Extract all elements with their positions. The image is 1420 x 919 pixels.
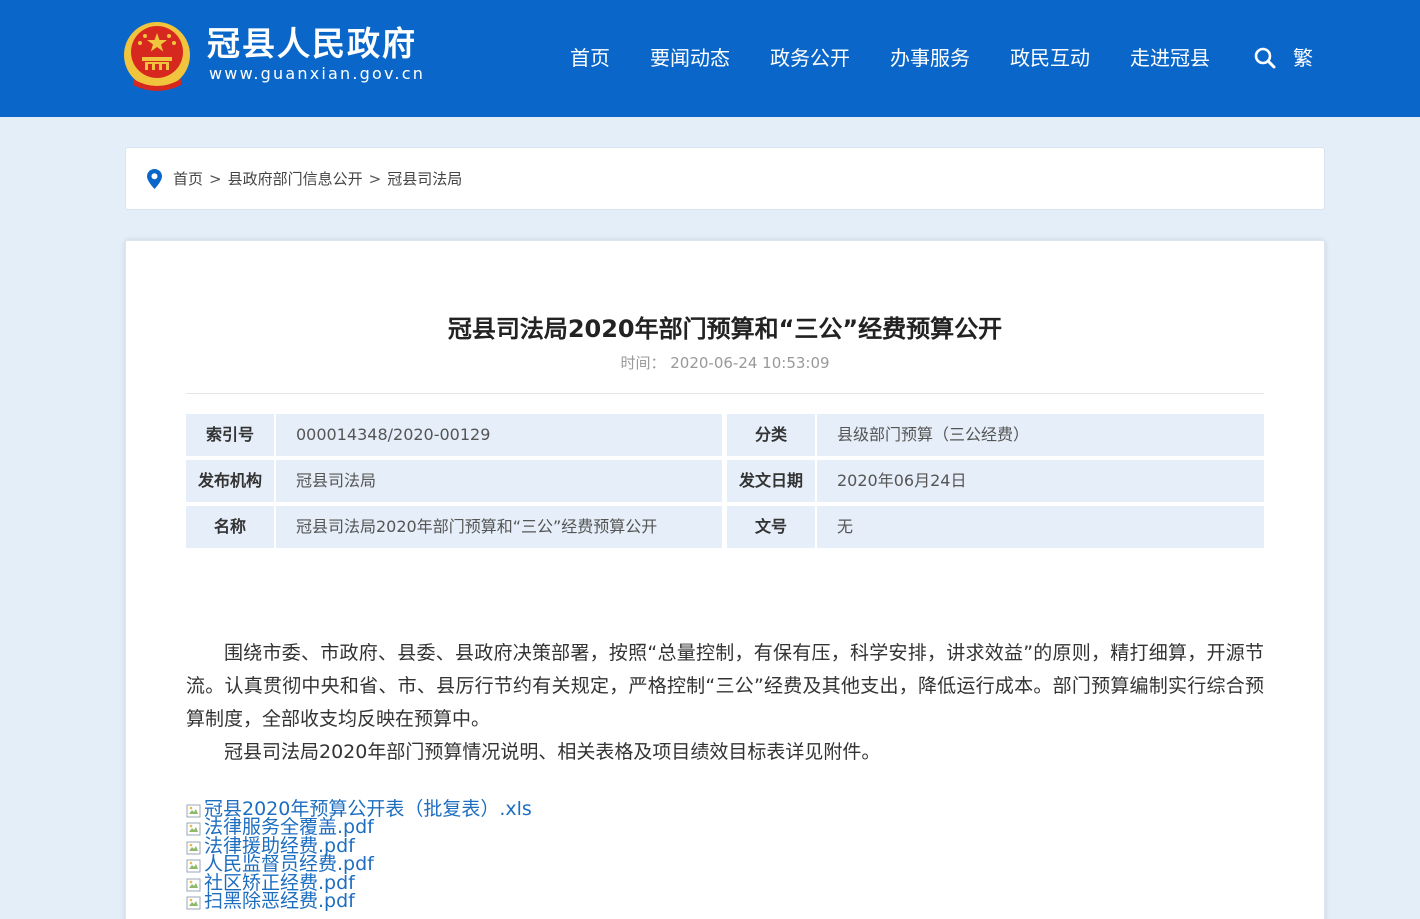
- attachment-link[interactable]: 扫黑除恶经费.pdf: [186, 892, 1264, 912]
- broken-image-icon: [186, 822, 201, 836]
- attachment-list: 冠县2020年预算公开表（批复表）.xls 法律服务全覆盖.pdf 法律援助经费…: [186, 799, 1264, 912]
- breadcrumb-trail: 首页 > 县政府部门信息公开 > 冠县司法局: [173, 168, 462, 190]
- info-label: 索引号: [186, 414, 274, 456]
- nav-gov-affairs[interactable]: 政务公开: [760, 40, 860, 76]
- traditional-chinese-toggle[interactable]: 繁: [1293, 40, 1313, 76]
- info-table: 索引号 000014348/2020-00129 分类 县级部门预算（三公经费）…: [186, 414, 1264, 552]
- article-body: 围绕市委、市政府、县委、县政府决策部署，按照“总量控制，有保有压，科学安排，讲求…: [186, 637, 1264, 769]
- article-title: 冠县司法局2020年部门预算和“三公”经费预算公开: [447, 315, 1003, 343]
- broken-image-icon: [186, 841, 201, 854]
- time-label: 时间：: [620, 354, 666, 372]
- info-label: 发布机构: [186, 460, 274, 502]
- nav-news[interactable]: 要闻动态: [640, 40, 740, 76]
- main-nav: 首页 要闻动态 政务公开 办事服务 政民互动 走进冠县: [560, 40, 1240, 76]
- nav-interaction[interactable]: 政民互动: [1000, 40, 1100, 76]
- article-card: 冠县司法局2020年部门预算和“三公”经费预算公开 时间： 2020-06-24…: [125, 240, 1325, 919]
- info-label: 分类: [727, 414, 815, 456]
- nav-services[interactable]: 办事服务: [880, 40, 980, 76]
- breadcrumb-separator: >: [209, 170, 222, 188]
- search-icon[interactable]: [1253, 46, 1277, 70]
- body-paragraph: 冠县司法局2020年部门预算情况说明、相关表格及项目绩效目标表详见附件。: [224, 741, 881, 763]
- info-row: 索引号 000014348/2020-00129 分类 县级部门预算（三公经费）: [186, 414, 1264, 460]
- breadcrumb-dept-info[interactable]: 县政府部门信息公开: [228, 170, 363, 188]
- info-value: 000014348/2020-00129: [276, 414, 722, 456]
- broken-image-icon: [186, 896, 201, 910]
- broken-image-icon: [186, 859, 201, 873]
- publish-time: 2020-06-24 10:53:09: [670, 354, 830, 372]
- site-title[interactable]: 冠县人民政府: [207, 24, 417, 64]
- info-row: 名称 冠县司法局2020年部门预算和“三公”经费预算公开 文号 无: [186, 506, 1264, 552]
- national-emblem-icon[interactable]: [123, 19, 191, 93]
- broken-image-icon: [186, 878, 201, 891]
- breadcrumb-separator: >: [368, 170, 382, 188]
- attachment-name[interactable]: 扫黑除恶经费.pdf: [204, 892, 355, 911]
- divider: [186, 393, 1264, 394]
- info-label: 文号: [727, 506, 815, 548]
- info-value: 2020年06月24日: [817, 460, 1264, 502]
- info-label: 发文日期: [727, 460, 815, 502]
- site-url[interactable]: www.guanxian.gov.cn: [209, 64, 425, 84]
- info-value: 冠县司法局2020年部门预算和“三公”经费预算公开: [276, 506, 722, 548]
- info-value: 县级部门预算（三公经费）: [817, 414, 1264, 456]
- info-value: 无: [817, 506, 1264, 548]
- nav-about[interactable]: 走进冠县: [1120, 40, 1220, 76]
- info-row: 发布机构 冠县司法局 发文日期 2020年06月24日: [186, 460, 1264, 506]
- broken-image-icon: [186, 804, 201, 817]
- info-value: 冠县司法局: [276, 460, 722, 502]
- info-label: 名称: [186, 506, 274, 548]
- breadcrumb-home[interactable]: 首页: [173, 170, 203, 188]
- location-pin-icon: [147, 169, 162, 189]
- breadcrumb-current[interactable]: 冠县司法局: [387, 170, 462, 188]
- site-header: 冠县人民政府 www.guanxian.gov.cn 首页 要闻动态 政务公开 …: [0, 0, 1420, 117]
- article-meta: 时间： 2020-06-24 10:53:09: [126, 353, 1324, 373]
- nav-home[interactable]: 首页: [560, 40, 620, 76]
- body-paragraph: 围绕市委、市政府、县委、县政府决策部署，按照“总量控制，有保有压，科学安排，讲求…: [186, 642, 1264, 730]
- breadcrumb: 首页 > 县政府部门信息公开 > 冠县司法局: [125, 147, 1325, 210]
